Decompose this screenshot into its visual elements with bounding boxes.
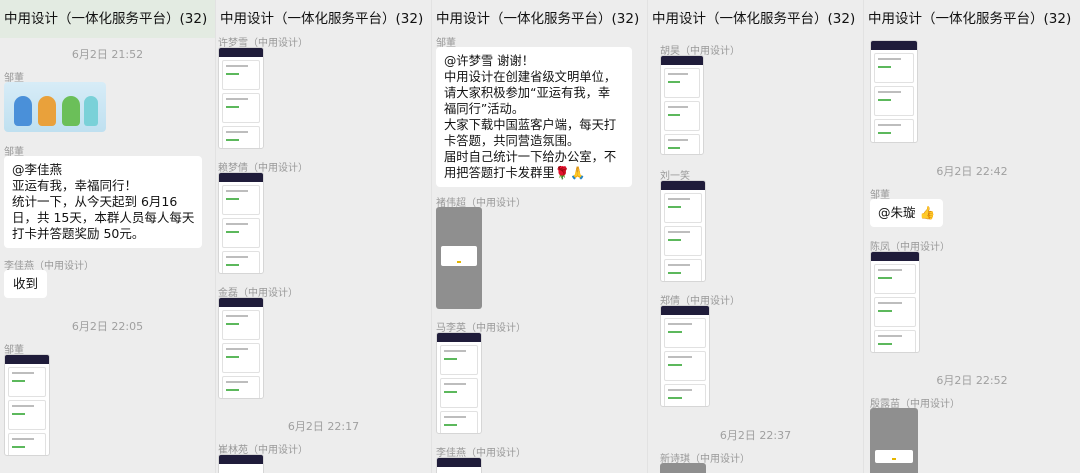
timestamp: 6月2日 22:05 xyxy=(71,320,144,333)
message-line: 福同行”活动。 xyxy=(444,102,525,116)
screenshot-thumbnail[interactable] xyxy=(436,207,482,309)
chat-panel-4: 中用设计（一体化服务平台）(32) 胡昊（中用设计） 刘一笑 郑倩（中用设计） … xyxy=(648,0,864,473)
screenshot-thumbnail[interactable] xyxy=(218,297,264,399)
message-line: 大家下载中国蓝客户端，每天打 xyxy=(444,118,617,132)
chat-panel-3: 中用设计（一体化服务平台）(32) 邹董 @许梦雪 谢谢！ 中用设计在创建省级文… xyxy=(432,0,648,473)
message-line: @朱璇 👍 xyxy=(878,205,936,220)
message-bubble[interactable]: @许梦雪 谢谢！ 中用设计在创建省级文明单位， 请大家积极参加“亚运有我，幸 福… xyxy=(436,47,632,187)
message-line: 卡答题，共同营造氛围。 xyxy=(444,134,580,148)
message-line: 亚运有我，幸福同行！ xyxy=(12,178,138,193)
message-bubble[interactable]: 收到 xyxy=(4,270,48,298)
screenshot-thumbnail[interactable] xyxy=(218,454,264,473)
screenshot-thumbnail[interactable] xyxy=(660,463,706,473)
screenshot-thumbnail[interactable] xyxy=(660,55,704,155)
message-line: 中用设计在创建省级文明单位， xyxy=(444,70,617,84)
screenshot-thumbnail[interactable] xyxy=(436,457,482,473)
message-line: 日，共 15天，本群人员每人每天 xyxy=(12,210,195,225)
message-line: 请大家积极参加“亚运有我，幸 xyxy=(444,86,611,100)
message-line: 统计一下，从今天起到 6月16 xyxy=(12,194,178,209)
chat-panel-2: 中用设计（一体化服务平台）(32) 许梦雪（中用设计） 赖梦倩（中用设计） 金磊… xyxy=(216,0,432,473)
chat-title: 中用设计（一体化服务平台）(32) xyxy=(648,0,863,38)
timestamp: 6月2日 22:37 xyxy=(719,429,792,442)
message-line: 打卡并答题奖励 50元。 xyxy=(12,226,145,241)
mascot-sticker-image[interactable] xyxy=(4,82,106,132)
chat-panel-5: 中用设计（一体化服务平台）(32) 6月2日 22:42 邹董 @朱璇 👍 陈凤… xyxy=(864,0,1080,473)
screenshot-thumbnail[interactable] xyxy=(660,180,706,282)
message-bubble[interactable]: @李佳燕 亚运有我，幸福同行！ 统计一下，从今天起到 6月16 日，共 15天，… xyxy=(4,156,202,248)
screenshot-thumbnail[interactable] xyxy=(436,332,482,434)
chat-title: 中用设计（一体化服务平台）(32) xyxy=(864,0,1080,38)
message-line: 用把答题打卡发群里🌹🙏 xyxy=(444,166,586,180)
screenshot-thumbnail[interactable] xyxy=(870,40,918,143)
screenshot-thumbnail[interactable] xyxy=(218,47,264,149)
screenshot-thumbnail[interactable] xyxy=(870,251,920,353)
chat-title: 中用设计（一体化服务平台）(32) xyxy=(216,0,431,38)
chat-title: 中用设计（一体化服务平台）(32) xyxy=(0,0,215,38)
message-line: 收到 xyxy=(13,276,39,291)
screenshot-thumbnail[interactable] xyxy=(4,354,50,456)
message-line: 届时自己统计一下给办公室，不 xyxy=(444,150,617,164)
timestamp: 6月2日 22:17 xyxy=(287,420,360,433)
screenshot-thumbnail[interactable] xyxy=(218,172,264,274)
timestamp: 6月2日 22:52 xyxy=(936,374,1008,387)
message-bubble[interactable]: @朱璇 👍 xyxy=(870,199,944,227)
timestamp: 6月2日 21:52 xyxy=(71,48,144,61)
screenshot-thumbnail[interactable] xyxy=(870,408,918,473)
message-line: @许梦雪 谢谢！ xyxy=(444,54,534,68)
chat-title: 中用设计（一体化服务平台）(32) xyxy=(432,0,647,38)
screenshot-thumbnail[interactable] xyxy=(660,305,710,407)
message-line: @李佳燕 xyxy=(12,162,63,177)
chat-panel-1: 中用设计（一体化服务平台）(32) 6月2日 21:52 邹董 邹董 @李佳燕 … xyxy=(0,0,216,473)
timestamp: 6月2日 22:42 xyxy=(936,165,1008,178)
